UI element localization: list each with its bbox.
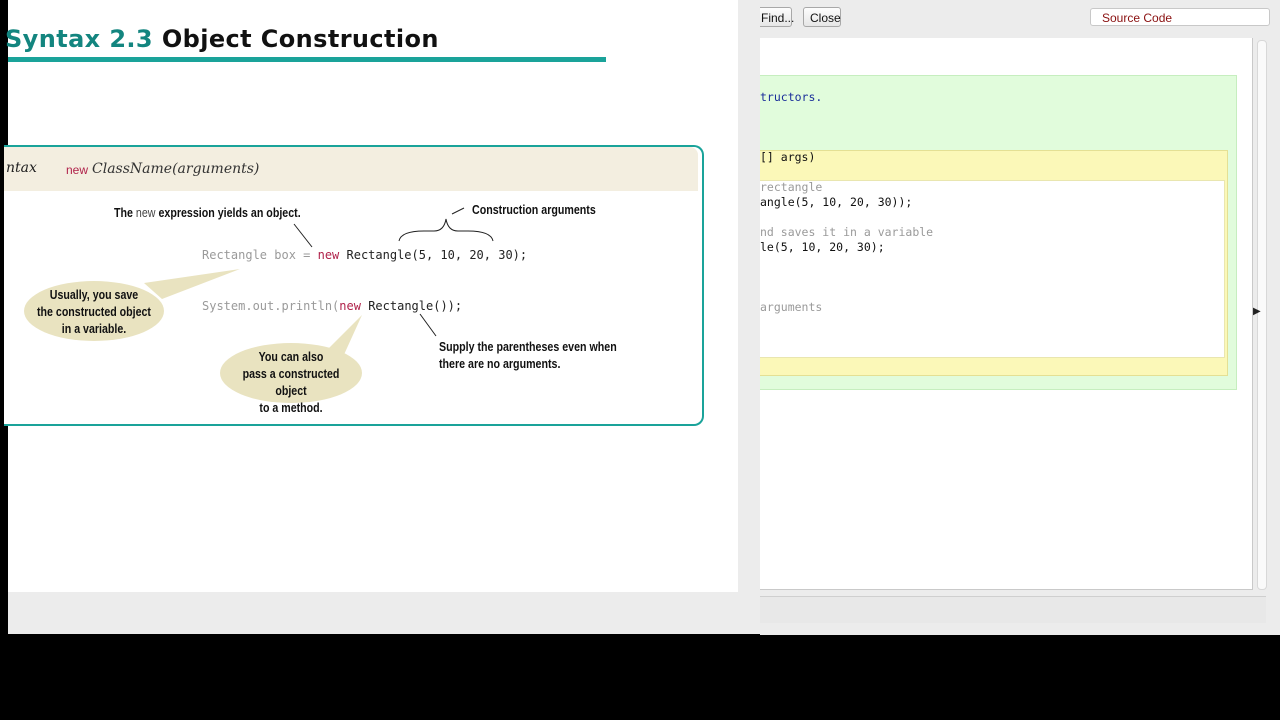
code-line: le(5, 10, 20, 30);	[760, 240, 885, 254]
code-example-2: System.out.println(new Rectangle());	[202, 299, 462, 313]
slide-footer	[8, 592, 760, 634]
title-underline	[8, 57, 606, 62]
note-keyword: new	[135, 205, 156, 220]
callout-pass-to-method: You can also pass a constructed object t…	[220, 343, 362, 415]
note-construction-arguments: Construction arguments	[472, 202, 596, 217]
note-text: The	[114, 205, 133, 220]
editor-window: Find... Close Source Code tructors. [] a…	[754, 0, 1280, 635]
callout-save-in-variable: Usually, you save the constructed object…	[24, 281, 164, 341]
callout-text: pass a constructed object	[242, 367, 340, 398]
code-editor[interactable]: tructors. [] args) rectangle angle(5, 10…	[760, 38, 1253, 590]
callout-text: You can also	[258, 350, 324, 364]
code-comment: rectangle	[760, 180, 823, 194]
code-line: [] args)	[760, 150, 816, 164]
note-yields-object: The new expression yields an object.	[114, 204, 301, 221]
slide-panel: Syntax 2.3 Object Construction ntax new …	[4, 0, 760, 634]
syntax-number: Syntax 2.3	[5, 25, 154, 53]
view-selector[interactable]: Source Code	[1090, 8, 1270, 26]
syntax-box: ntax new ClassName(arguments) The new ex…	[4, 145, 704, 426]
note-line: Supply the parentheses even when	[439, 339, 617, 354]
code-keyword: new	[317, 248, 340, 262]
code-line: angle(5, 10, 20, 30));	[760, 195, 913, 209]
code-text: Rectangle(5, 10, 20, 30);	[339, 248, 528, 262]
status-bar	[760, 596, 1266, 623]
callout-text: to a method.	[259, 401, 323, 415]
code-keyword: new	[339, 299, 361, 313]
code-line: tructors.	[760, 90, 823, 104]
code-example-1: Rectangle box = new Rectangle(5, 10, 20,…	[202, 248, 527, 262]
code-text: Rectangle box =	[202, 248, 318, 262]
callout-text: in a variable.	[61, 322, 127, 336]
title-text: Object Construction	[161, 25, 439, 53]
slide-title: Syntax 2.3 Object Construction	[5, 25, 439, 53]
callout-text: the constructed object	[37, 305, 151, 319]
expand-arrow-icon[interactable]: ▶	[1253, 306, 1261, 317]
note-supply-parentheses: Supply the parentheses even when there a…	[439, 338, 617, 372]
close-button[interactable]: Close	[803, 7, 841, 27]
note-line: there are no arguments.	[439, 356, 561, 371]
code-text: Rectangle());	[360, 299, 463, 313]
slide-page: Syntax 2.3 Object Construction ntax new …	[4, 0, 738, 592]
callout-text: Usually, you save	[49, 288, 139, 302]
code-text: System.out.println(	[202, 299, 340, 313]
code-comment: arguments	[760, 300, 823, 314]
code-comment: nd saves it in a variable	[760, 225, 934, 239]
note-text: expression yields an object.	[158, 205, 301, 220]
